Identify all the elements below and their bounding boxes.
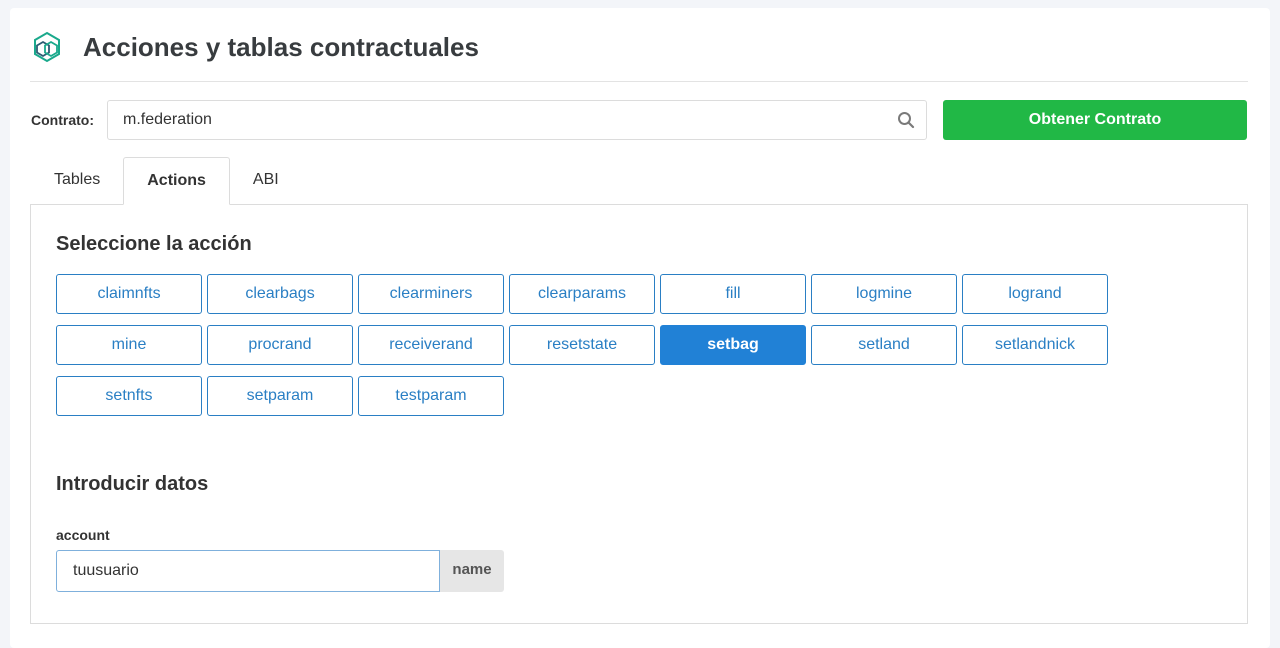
action-button-fill[interactable]: fill (660, 274, 806, 314)
tab-bar: Tables Actions ABI (31, 157, 302, 205)
action-button-resetstate[interactable]: resetstate (509, 325, 655, 365)
account-input[interactable] (56, 550, 440, 592)
enter-data-title: Introducir datos (56, 473, 209, 495)
action-button-clearminers[interactable]: clearminers (358, 274, 504, 314)
actions-panel: Seleccione la acción claimnfts clearbags… (30, 204, 1248, 624)
tab-abi[interactable]: ABI (230, 157, 302, 203)
action-button-setlandnick[interactable]: setlandnick (962, 325, 1108, 365)
main-card: Acciones y tablas contractuales Contrato… (10, 8, 1270, 648)
action-button-clearbags[interactable]: clearbags (207, 274, 353, 314)
action-button-setland[interactable]: setland (811, 325, 957, 365)
action-button-setparam[interactable]: setparam (207, 376, 353, 416)
action-button-receiverand[interactable]: receiverand (358, 325, 504, 365)
action-button-logrand[interactable]: logrand (962, 274, 1108, 314)
account-field-label: account (56, 527, 110, 543)
action-button-testparam[interactable]: testparam (358, 376, 504, 416)
page-title: Acciones y tablas contractuales (83, 32, 479, 62)
contract-label: Contrato: (31, 112, 94, 128)
hexagon-logo-icon (34, 31, 60, 63)
account-type-badge: name (440, 550, 504, 592)
tab-tables[interactable]: Tables (31, 157, 123, 203)
search-icon[interactable] (897, 111, 915, 129)
action-button-procrand[interactable]: procrand (207, 325, 353, 365)
page-header: Acciones y tablas contractuales (30, 26, 1248, 82)
tab-actions[interactable]: Actions (123, 157, 230, 205)
action-button-logmine[interactable]: logmine (811, 274, 957, 314)
contract-input-wrap (107, 100, 927, 140)
contract-input[interactable] (108, 101, 883, 139)
contract-row: Contrato: Obtener Contrato (31, 99, 1248, 141)
actions-grid: claimnfts clearbags clearminers clearpar… (56, 274, 1116, 416)
action-button-setbag[interactable]: setbag (660, 325, 806, 365)
action-button-setnfts[interactable]: setnfts (56, 376, 202, 416)
action-button-clearparams[interactable]: clearparams (509, 274, 655, 314)
action-button-claimnfts[interactable]: claimnfts (56, 274, 202, 314)
fetch-contract-button[interactable]: Obtener Contrato (943, 100, 1247, 140)
select-action-title: Seleccione la acción (56, 233, 252, 255)
account-field-row: name (56, 550, 504, 592)
action-button-mine[interactable]: mine (56, 325, 202, 365)
